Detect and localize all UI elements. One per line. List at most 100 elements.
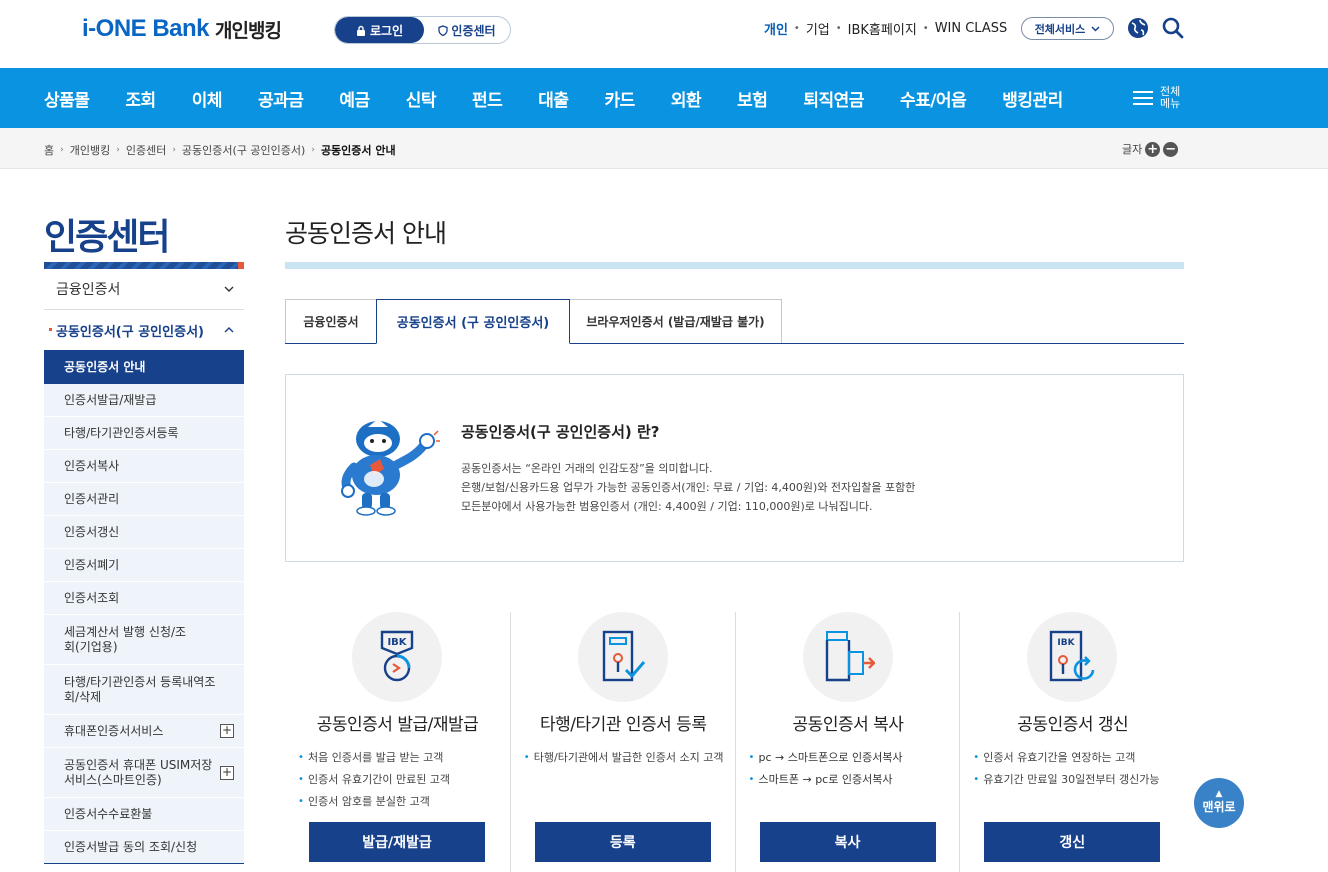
sidebar-item-other-bank-register[interactable]: 타행/타기관인증서등록 — [44, 417, 244, 450]
breadcrumb-home[interactable]: 홈 — [44, 142, 54, 158]
top-link-win-class[interactable]: WIN CLASS — [935, 21, 1008, 36]
nav-item-shop[interactable]: 상품몰 — [44, 86, 90, 111]
breadcrumb-bar: 홈 › 개인뱅킹 › 인증센터 › 공동인증서(구 공인인증서) › 공동인증서… — [0, 128, 1328, 169]
breadcrumb-joint-cert[interactable]: 공동인증서(구 공인인증서) — [182, 142, 305, 158]
all-menu-button[interactable]: 전체 메뉴 — [1133, 86, 1186, 110]
separator-dot: • — [793, 23, 800, 34]
tab-joint-cert[interactable]: 공동인증서 (구 공인인증서) — [376, 299, 570, 344]
sidebar-item-usim[interactable]: 공동인증서 휴대폰 USIM저장서비스(스마트인증) + — [44, 748, 244, 798]
chevron-right-icon: › — [116, 145, 120, 155]
globe-icon[interactable] — [1127, 17, 1149, 39]
breadcrumb: 홈 › 개인뱅킹 › 인증센터 › 공동인증서(구 공인인증서) › 공동인증서… — [44, 142, 396, 158]
sidebar-submenu: 공동인증서 안내 인증서발급/재발급 타행/타기관인증서등록 인증서복사 인증서… — [44, 351, 244, 864]
main-nav: 상품몰 조회 이체 공과금 예금 신탁 펀드 대출 카드 외환 보험 퇴직연금 … — [0, 68, 1328, 128]
card-list: 타행/타기관에서 발급한 인증서 소지 고객 — [524, 749, 729, 771]
card-title: 공동인증서 복사 — [792, 715, 904, 735]
nav-item-banking-mgmt[interactable]: 뱅킹관리 — [1002, 86, 1063, 111]
title-underline — [285, 262, 1184, 269]
sidebar-menu: 금융인증서 공동인증서(구 공인인증서) 공동인증서 안내 인증서발급/재발급 … — [44, 269, 244, 864]
separator-dot: • — [922, 23, 929, 34]
page-title: 공동인증서 안내 — [285, 219, 447, 248]
sidebar-item-phone-cert[interactable]: 휴대폰인증서서비스 + — [44, 715, 244, 748]
lock-icon — [356, 25, 365, 36]
intro-box: 공동인증서(구 공인인증서) 란? 공동인증서는 “온라인 거래의 인감도장”을… — [285, 374, 1184, 562]
card-list: 처음 인증서를 발급 받는 고객 인증서 유효기간이 만료된 고객 인증서 암호… — [298, 749, 503, 815]
all-service-label: 전체서비스 — [1034, 22, 1086, 36]
chevron-right-icon: › — [60, 145, 64, 155]
nav-item-utility[interactable]: 공과금 — [258, 86, 304, 111]
copy-button[interactable]: 복사 — [759, 822, 936, 862]
chevron-down-icon — [224, 286, 234, 292]
sidebar-item-label: 휴대폰인증서서비스 — [64, 723, 164, 738]
sidebar-item-other-bank-history[interactable]: 타행/타기관인증서 등록내역조회/삭제 — [44, 665, 244, 715]
nav-item-card[interactable]: 카드 — [605, 86, 636, 111]
intro-title: 공동인증서(구 공인인증서) 란? — [461, 423, 660, 441]
tab-browser-cert[interactable]: 브라우저인증서 (발급/재발급 불가) — [569, 299, 782, 343]
card-list-item: 인증서 유효기간이 만료된 고객 — [298, 771, 503, 788]
chevron-right-icon: › — [311, 145, 315, 155]
plus-icon[interactable]: + — [1145, 141, 1161, 157]
sidebar-item-manage[interactable]: 인증서관리 — [44, 483, 244, 516]
card-list-item: 유효기간 만료일 30일전부터 갱신가능 — [973, 771, 1178, 788]
sidebar-item-fee-refund[interactable]: 인증서수수료환불 — [44, 798, 244, 831]
top-header: i-ONE Bank 개인뱅킹 로그인 인증센터 개인 • 기업 • IBK홈페… — [0, 0, 1328, 68]
search-icon[interactable] — [1162, 17, 1184, 39]
expand-plus-icon[interactable]: + — [220, 765, 234, 780]
chevron-up-icon — [224, 327, 234, 333]
card-list-item: 스마트폰 → pc로 인증서복사 — [749, 771, 954, 788]
cert-renew-icon: IBK — [1027, 612, 1118, 702]
sidebar-item-tax-invoice[interactable]: 세금계산서 발행 신청/조회(기업용) — [44, 615, 244, 665]
sidebar-group-financial-cert[interactable]: 금융인증서 — [44, 269, 244, 310]
minus-icon[interactable]: − — [1163, 141, 1179, 157]
breadcrumb-cert-center[interactable]: 인증센터 — [126, 142, 166, 158]
nav-item-loan[interactable]: 대출 — [538, 86, 569, 111]
nav-item-transfer[interactable]: 이체 — [192, 86, 223, 111]
scroll-top-button[interactable]: ▲ 맨위로 — [1194, 778, 1244, 828]
nav-item-forex[interactable]: 외환 — [671, 86, 702, 111]
nav-item-trust[interactable]: 신탁 — [406, 86, 437, 111]
all-menu-label: 전체 메뉴 — [1160, 85, 1181, 110]
card-title: 공동인증서 발급/재발급 — [316, 715, 479, 735]
tab-bar: 금융인증서 공동인증서 (구 공인인증서) 브라우저인증서 (발급/재발급 불가… — [285, 299, 1184, 344]
renew-button[interactable]: 갱신 — [984, 822, 1161, 862]
top-link-ibk-home[interactable]: IBK홈페이지 — [848, 19, 917, 38]
sidebar-item-revoke[interactable]: 인증서폐기 — [44, 549, 244, 582]
sidebar-item-label: 타행/타기관인증서 등록내역조회/삭제 — [64, 674, 216, 704]
card-list: 인증서 유효기간을 연장하는 고객 유효기간 만료일 30일전부터 갱신가능 — [973, 749, 1178, 793]
chevron-down-icon — [1091, 25, 1100, 32]
top-link-business[interactable]: 기업 — [806, 19, 830, 38]
breadcrumb-personal[interactable]: 개인뱅킹 — [70, 142, 110, 158]
sidebar-item-lookup[interactable]: 인증서조회 — [44, 582, 244, 615]
card-title: 타행/타기관 인증서 등록 — [540, 715, 707, 735]
issue-button[interactable]: 발급/재발급 — [309, 822, 485, 862]
nav-item-inquiry[interactable]: 조회 — [125, 86, 156, 111]
sidebar-group-joint-cert[interactable]: 공동인증서(구 공인인증서) — [44, 310, 244, 351]
intro-text: 공동인증서는 “온라인 거래의 인감도장”을 의미합니다. 은행/보험/신용카드… — [461, 459, 915, 516]
sidebar-item-joint-cert-guide[interactable]: 공동인증서 안내 — [44, 351, 244, 384]
nav-item-pension[interactable]: 퇴직연금 — [803, 86, 864, 111]
cert-center-button[interactable]: 인증센터 — [424, 17, 510, 43]
nav-item-check[interactable]: 수표/어음 — [900, 86, 967, 111]
logo[interactable]: i-ONE Bank 개인뱅킹 — [82, 14, 282, 44]
sidebar-item-issue[interactable]: 인증서발급/재발급 — [44, 384, 244, 417]
card-register: 타행/타기관 인증서 등록 타행/타기관에서 발급한 인증서 소지 고객 등록 — [509, 612, 735, 872]
svg-text:IBK: IBK — [1058, 638, 1076, 648]
font-size-label: 글자 — [1122, 143, 1143, 156]
login-button[interactable]: 로그인 — [335, 17, 424, 43]
tab-financial-cert[interactable]: 금융인증서 — [285, 299, 377, 343]
nav-item-deposit[interactable]: 예금 — [339, 86, 370, 111]
cert-issue-icon: IBK — [352, 612, 442, 702]
top-link-personal[interactable]: 개인 — [764, 19, 788, 38]
logo-sub: 개인뱅킹 — [215, 19, 282, 42]
register-button[interactable]: 등록 — [534, 822, 711, 862]
nav-item-fund[interactable]: 펀드 — [472, 86, 503, 111]
sidebar-item-renew[interactable]: 인증서갱신 — [44, 516, 244, 549]
sidebar-item-consent[interactable]: 인증서발급 동의 조회/신청 — [44, 831, 244, 864]
sidebar-item-copy[interactable]: 인증서복사 — [44, 450, 244, 483]
svg-text:IBK: IBK — [387, 637, 407, 648]
expand-plus-icon[interactable]: + — [220, 724, 234, 738]
all-service-dropdown[interactable]: 전체서비스 — [1021, 17, 1114, 40]
nav-item-insurance[interactable]: 보험 — [737, 86, 768, 111]
separator-dot: • — [835, 23, 842, 34]
scroll-top-label: 맨위로 — [1202, 800, 1236, 814]
